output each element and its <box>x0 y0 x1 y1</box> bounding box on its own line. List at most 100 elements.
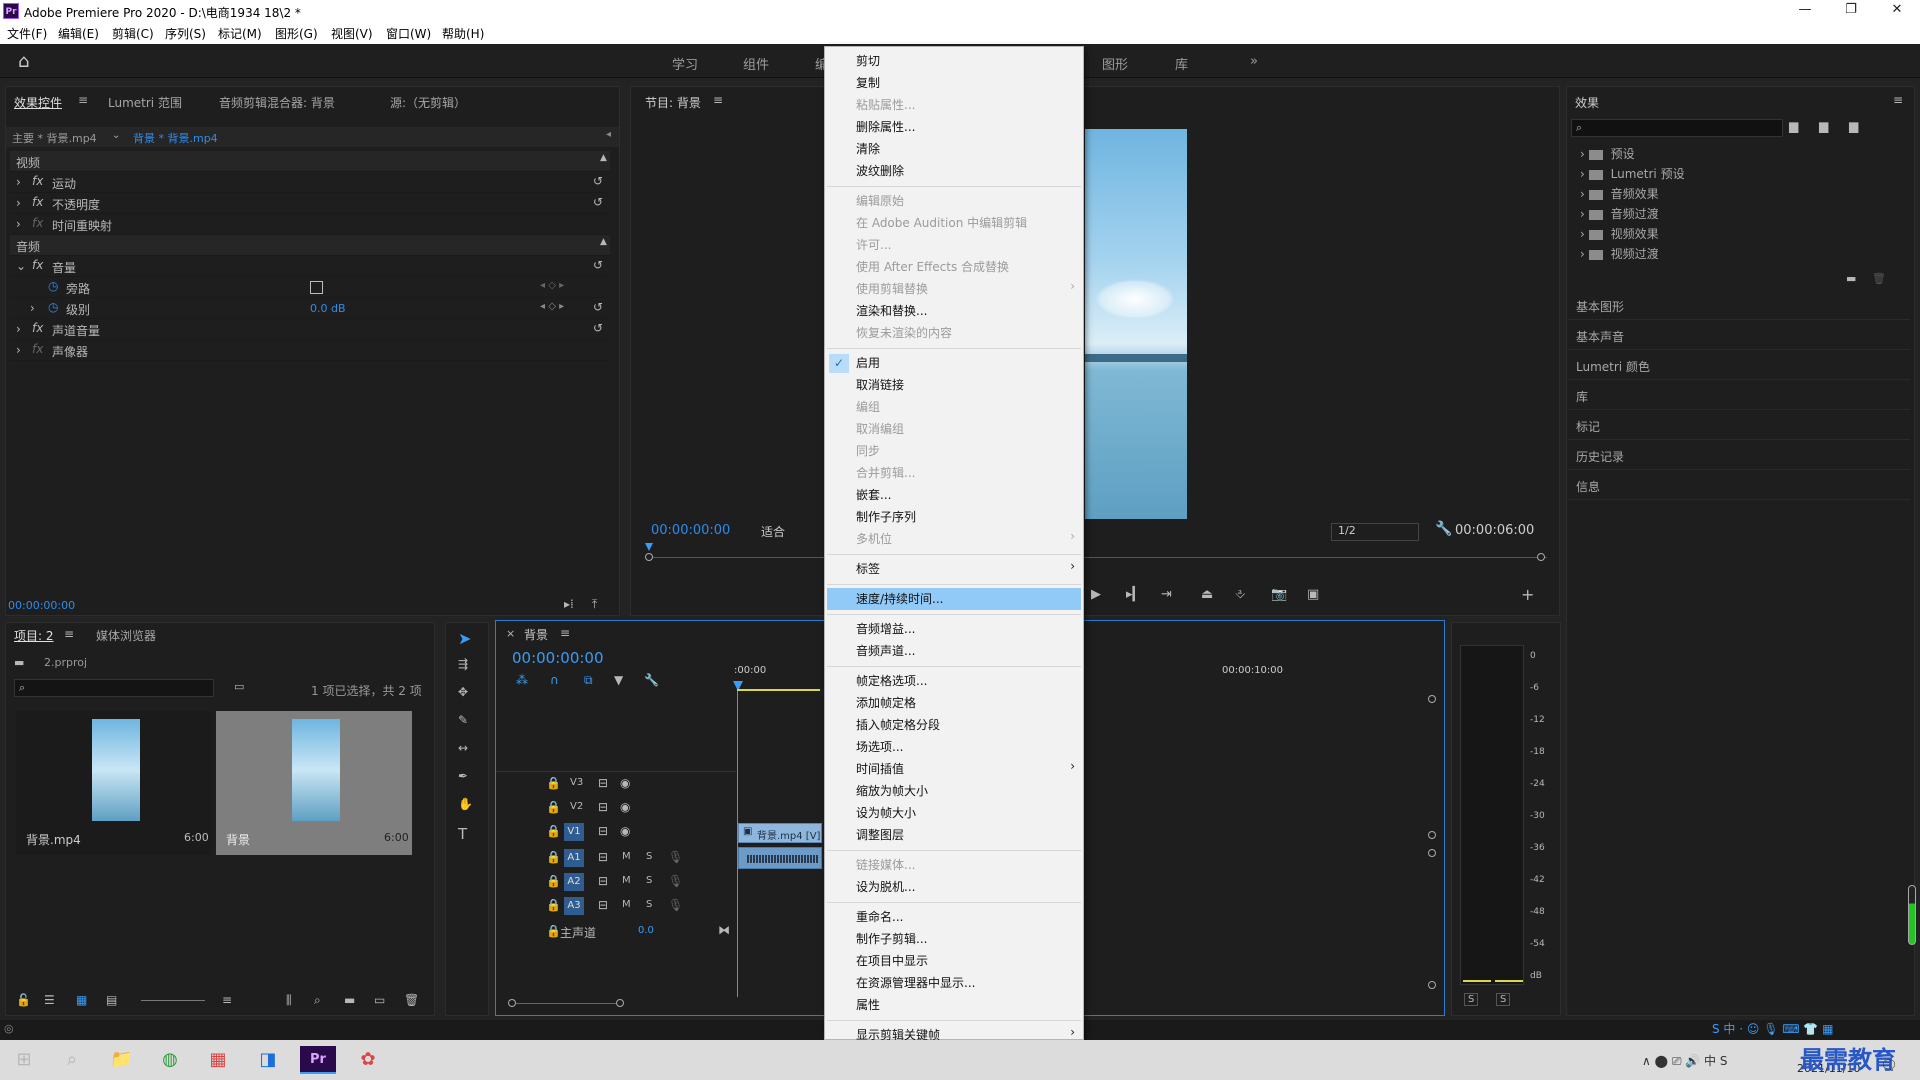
lock-icon[interactable]: 🔒 <box>546 874 561 888</box>
maximize-button[interactable]: ❐ <box>1828 0 1874 22</box>
tab-media-browser[interactable]: 媒体浏览器 <box>96 627 156 644</box>
level-value[interactable]: 0.0 dB <box>310 302 346 315</box>
expand-icon[interactable]: › <box>16 217 21 231</box>
effects-folder-audio-effects[interactable]: › 音频效果 <box>1580 185 1659 202</box>
zoom-slider[interactable] <box>141 1000 205 1001</box>
yuv-effects-icon[interactable]: ▆ <box>1849 119 1858 133</box>
fx-icon[interactable]: fx <box>32 321 43 335</box>
lift-icon[interactable]: ⏏ <box>1201 587 1213 602</box>
section-libraries[interactable]: 库 <box>1566 382 1910 410</box>
app-tile-icon[interactable]: ▦ <box>200 1046 236 1074</box>
ec-timecode[interactable]: 00:00:00:00 <box>8 599 75 612</box>
play-icon[interactable]: ▶ <box>1091 587 1101 602</box>
menu-item[interactable]: 清除 <box>856 139 1076 160</box>
expand-icon[interactable]: › <box>16 196 21 210</box>
track-select-icon[interactable]: ⇶ <box>458 657 468 671</box>
menu-item[interactable]: 属性 <box>856 995 1076 1016</box>
mute-icon[interactable]: M <box>622 851 631 862</box>
fx-time-remap[interactable]: 时间重映射 <box>52 217 112 234</box>
chevron-down-icon[interactable]: ⌄ <box>112 130 120 141</box>
audio-clip[interactable] <box>738 847 822 869</box>
menu-item[interactable]: 音频声道... <box>856 641 1076 662</box>
notification-icon[interactable]: 🗨 <box>1880 1058 1898 1074</box>
trash-icon[interactable]: 🗑 <box>404 993 419 1007</box>
new-bin-icon[interactable]: ▬ <box>344 993 355 1007</box>
panel-menu-icon[interactable]: ≡ <box>64 627 74 641</box>
solo-right-button[interactable]: S <box>1496 993 1511 1006</box>
add-marker-icon[interactable]: ▼ <box>614 673 623 687</box>
menu-item[interactable]: 设为脱机... <box>856 877 1076 898</box>
effects-folder-lumetri[interactable]: › Lumetri 预设 <box>1580 165 1685 182</box>
wrench-icon[interactable]: 🔧 <box>644 673 659 687</box>
program-timecode[interactable]: 00:00:00:00 <box>651 523 730 538</box>
panel-menu-icon[interactable]: ≡ <box>78 93 88 107</box>
track-label[interactable]: A2 <box>564 873 584 891</box>
app-icon[interactable]: ◨ <box>250 1046 286 1074</box>
zoom-handle-right[interactable] <box>616 999 624 1007</box>
32bit-effects-icon[interactable]: ▆ <box>1819 119 1828 133</box>
comparison-view-icon[interactable]: ▣ <box>1307 587 1319 602</box>
fx-icon[interactable]: fx <box>32 258 43 272</box>
menu-item[interactable]: 插入帧定格分段 <box>856 715 1076 736</box>
wrench-icon[interactable]: 🔧 <box>1435 521 1452 537</box>
fx-icon[interactable]: fx <box>32 195 43 209</box>
sync-lock-icon[interactable]: ⊟ <box>598 776 608 790</box>
video-clip[interactable]: ▣ 背景.mp4 [V] <box>738 823 822 843</box>
menu-item[interactable]: 重命名... <box>856 907 1076 928</box>
menu-item[interactable]: 速度/持续时间... <box>856 589 1076 610</box>
menu-sequence[interactable]: 序列(S) <box>165 25 206 42</box>
hand-icon[interactable]: ✋ <box>458 797 473 811</box>
keyframe-nav-icon[interactable]: ◂ ◇ ▸ <box>540 301 564 312</box>
zoom-handle-left[interactable] <box>508 999 516 1007</box>
scroll-handle-icon[interactable] <box>1428 695 1436 703</box>
menu-item[interactable]: 在项目中显示 <box>856 951 1076 972</box>
accelerated-effects-icon[interactable]: ▆ <box>1789 119 1798 133</box>
fx-channel-volume[interactable]: 声道音量 <box>52 322 100 339</box>
windows-start-icon[interactable]: ⊞ <box>6 1046 42 1074</box>
expand-icon[interactable]: › <box>16 175 21 189</box>
section-history[interactable]: 历史记录 <box>1566 442 1910 470</box>
mic-icon[interactable]: 🎙 <box>668 898 683 912</box>
system-tray-icons[interactable]: ∧ ⬤ ⎚ 🔊 中 S <box>1642 1052 1727 1069</box>
solo-icon[interactable]: S <box>646 851 652 862</box>
menu-item[interactable]: 在资源管理器中显示... <box>856 973 1076 994</box>
tab-project[interactable]: 项目: 2 <box>14 627 54 644</box>
mute-icon[interactable]: M <box>622 899 631 910</box>
step-forward-icon[interactable]: ▸▎ <box>1126 587 1143 602</box>
close-tab-icon[interactable]: × <box>506 627 515 640</box>
fx-icon[interactable]: fx <box>32 174 43 188</box>
project-search-input[interactable]: ⌕ <box>14 679 214 697</box>
fx-volume[interactable]: 音量 <box>52 259 76 276</box>
expand-icon[interactable]: › <box>16 322 21 336</box>
automate-icon[interactable]: ⫼ <box>286 993 292 1008</box>
tab-effect-controls[interactable]: 效果控件 <box>14 94 62 111</box>
slip-icon[interactable]: ↔ <box>458 741 468 755</box>
master-clip-label[interactable]: 主要 * 背景.mp4 <box>12 130 97 146</box>
track-label[interactable]: V3 <box>570 777 583 788</box>
menu-item[interactable]: 启用 <box>856 353 1076 374</box>
menu-edit[interactable]: 编辑(E) <box>58 25 99 42</box>
freeform-view-icon[interactable]: ▤ <box>106 993 117 1007</box>
mic-icon[interactable]: 🎙 <box>668 850 683 864</box>
scroll-handle-icon[interactable] <box>1428 981 1436 989</box>
go-to-in-out-icon[interactable]: ⧓ <box>718 923 730 937</box>
effects-folder-video-effects[interactable]: › 视频效果 <box>1580 225 1659 242</box>
reset-icon[interactable]: ↺ <box>593 321 603 335</box>
type-tool-icon[interactable]: T <box>458 825 467 843</box>
sort-icon[interactable]: ≡ <box>222 993 232 1007</box>
icon-view-icon[interactable]: ▦ <box>76 993 87 1007</box>
ime-toolbar-icons[interactable]: S 中 · ☺ 🎙 ⌨ 👕 ▦ <box>1712 1020 1833 1037</box>
tab-sequence[interactable]: 背景 <box>524 626 548 643</box>
collapse-icon[interactable]: ◂ <box>606 129 611 140</box>
section-lumetri-color[interactable]: Lumetri 颜色 <box>1566 352 1910 380</box>
file-explorer-icon[interactable]: 📁 <box>104 1046 140 1074</box>
reset-icon[interactable]: ↺ <box>593 174 603 188</box>
export-frame-icon[interactable]: ⤒ <box>592 597 597 612</box>
solo-icon[interactable]: S <box>646 899 652 910</box>
lock-icon[interactable]: 🔒 <box>546 824 561 838</box>
ws-assembly[interactable]: 组件 <box>743 54 769 73</box>
lock-icon[interactable]: 🔒 <box>546 850 561 864</box>
menu-file[interactable]: 文件(F) <box>7 25 47 42</box>
sync-lock-icon[interactable]: ⊟ <box>598 874 608 888</box>
linked-selection-icon[interactable]: ⧉ <box>584 673 593 688</box>
